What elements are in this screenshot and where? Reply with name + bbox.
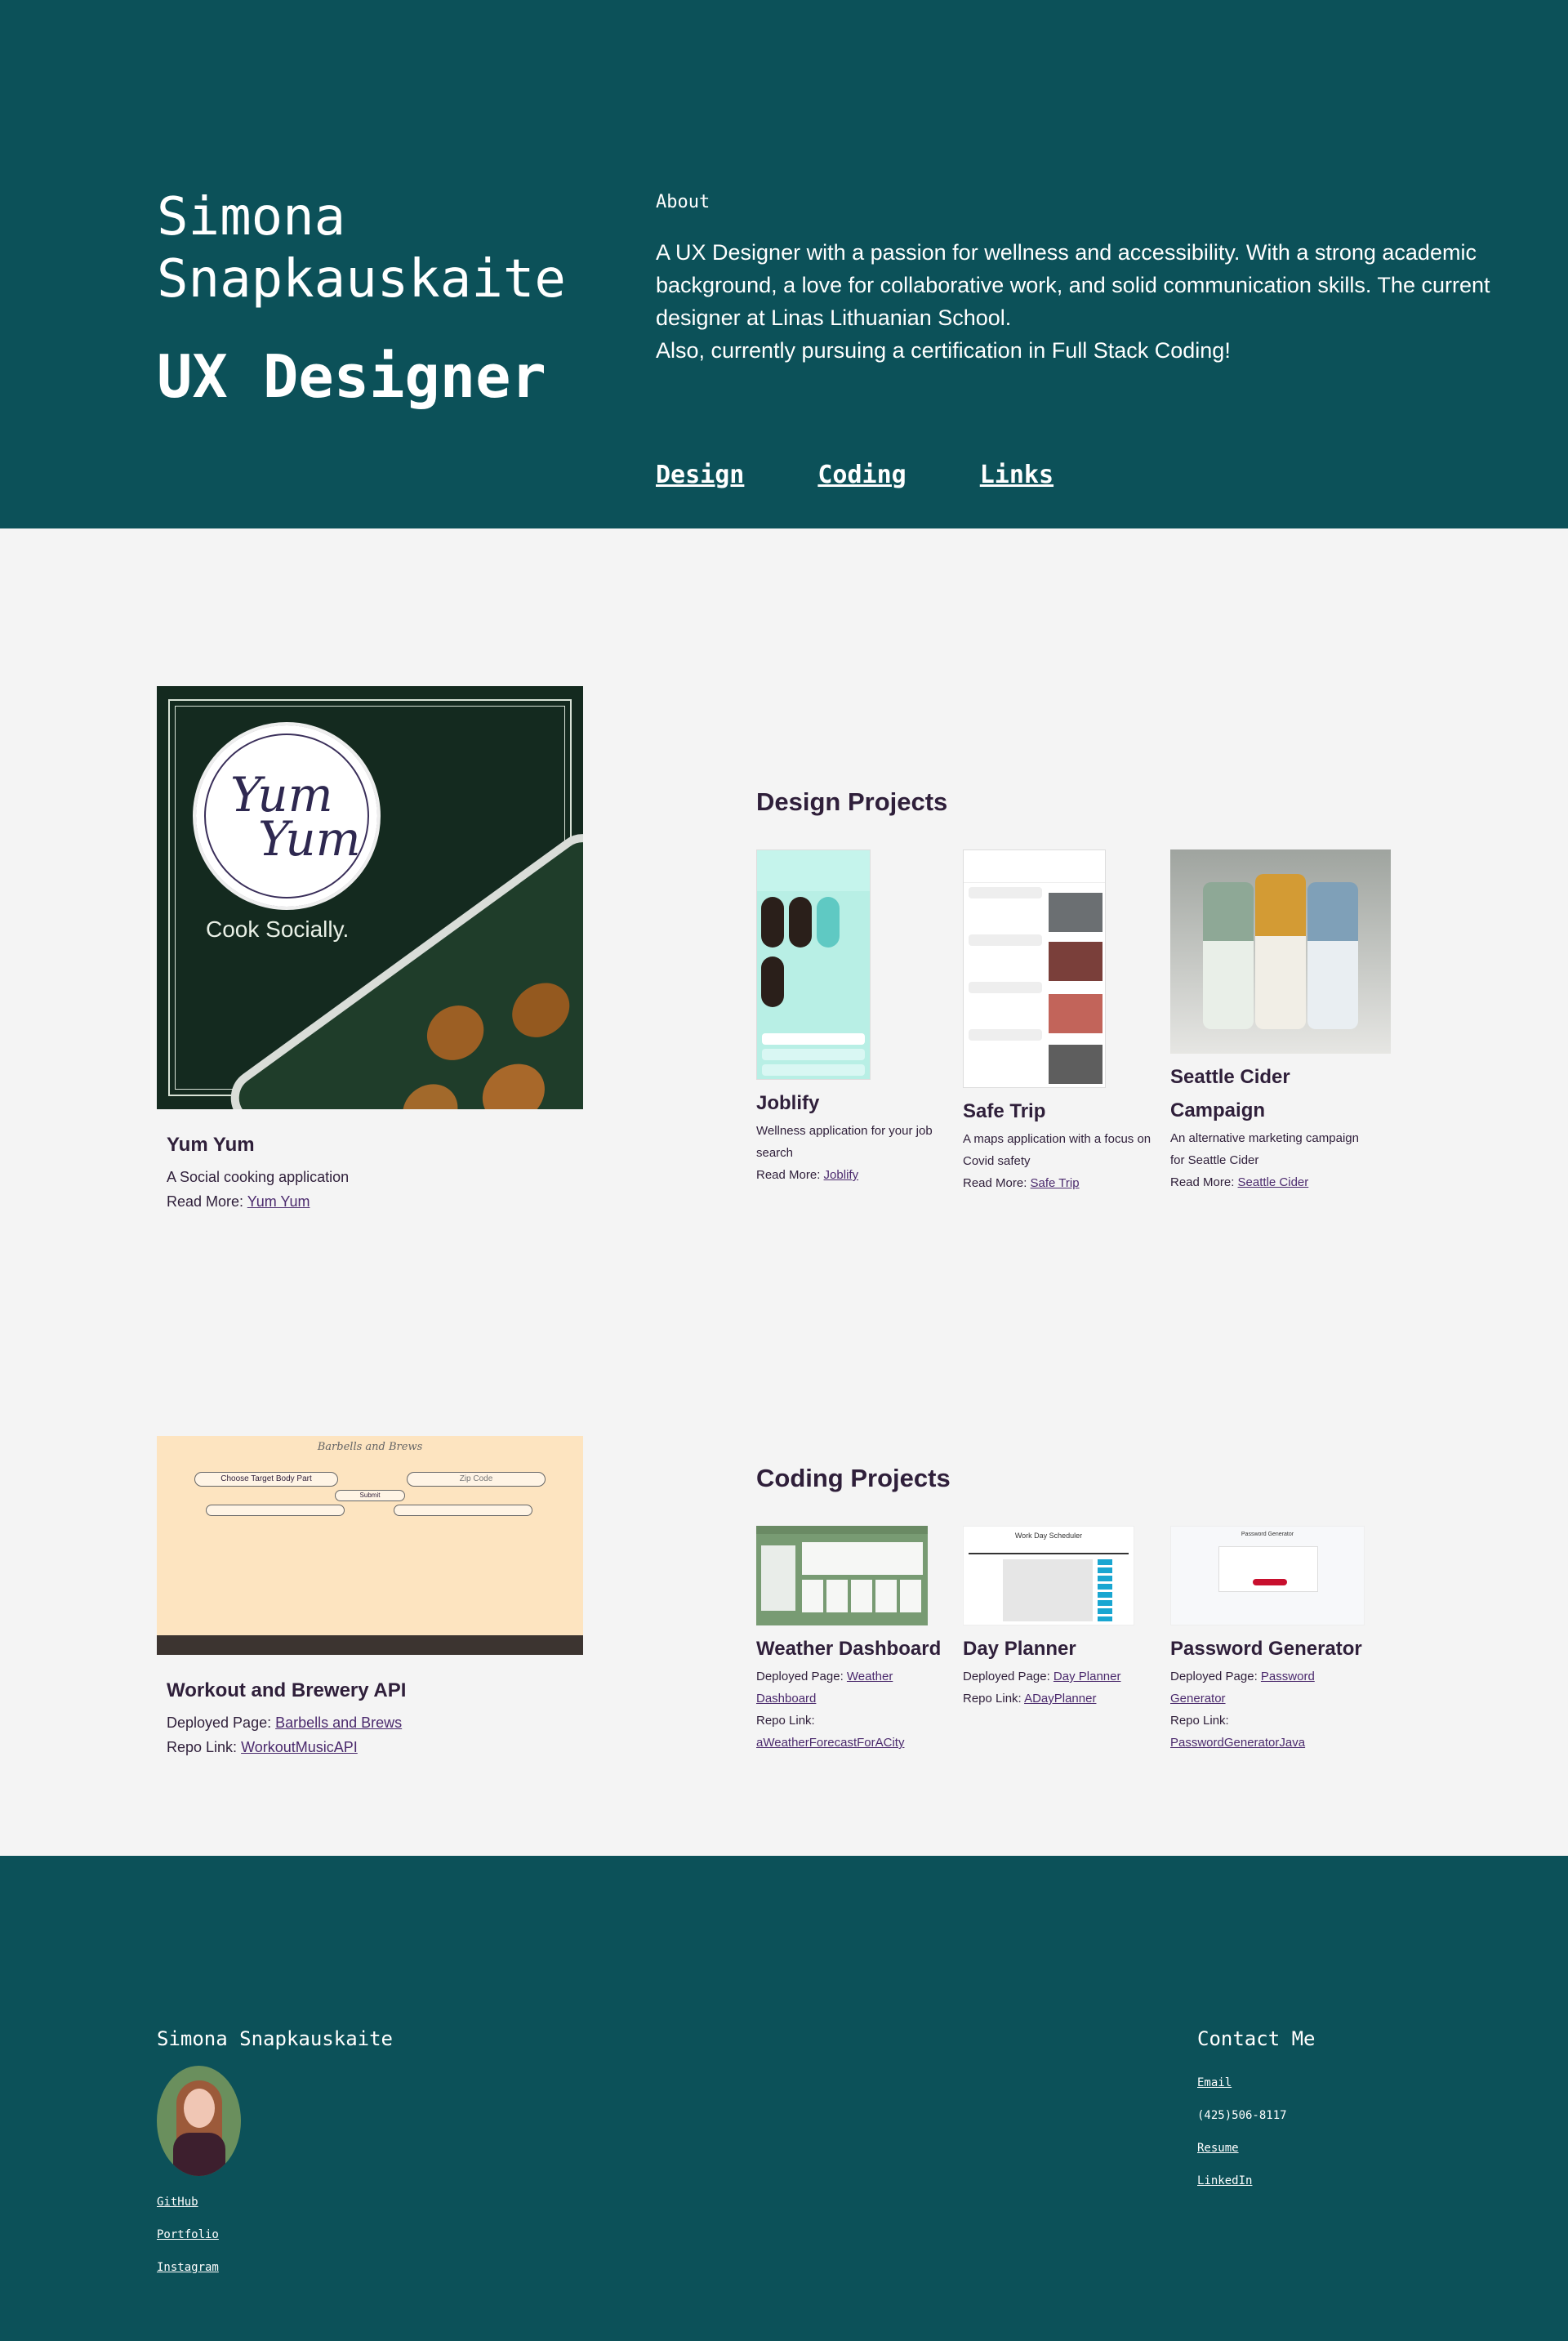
safe-trip-readmore: Read More: Safe Trip xyxy=(963,1172,1159,1194)
seattle-cider-title: Seattle Cider Campaign xyxy=(1170,1066,1290,1121)
seattle-cider-image[interactable] xyxy=(1170,849,1391,1054)
workout-repo-link[interactable]: WorkoutMusicAPI xyxy=(241,1739,358,1755)
footer-portfolio-link[interactable]: Portfolio xyxy=(157,2218,219,2251)
footer-name: Simona Snapkauskaite xyxy=(157,2027,393,2050)
day-planner-repo: Repo Link: ADayPlanner xyxy=(963,1688,1159,1710)
yum-yum-summary: A Social cooking application xyxy=(167,1169,350,1185)
read-more-label: Read More: xyxy=(963,1176,1027,1190)
project-card-weather: Weather Dashboard Deployed Page: Weather… xyxy=(756,1526,952,1754)
yum-yum-desc: A Social cooking application Read More: … xyxy=(167,1165,559,1214)
about-heading: About xyxy=(656,192,710,212)
footer-instagram-link[interactable]: Instagram xyxy=(157,2251,219,2284)
main-nav: Design Coding Links xyxy=(656,461,1054,489)
password-repo: Repo Link: PasswordGeneratorJava xyxy=(1170,1710,1366,1754)
project-card-day-planner: Work Day Scheduler Day Planner Deployed … xyxy=(963,1526,1159,1710)
footer-links: GitHub Portfolio Instagram xyxy=(157,2186,219,2284)
day-planner-deployed: Deployed Page: Day Planner xyxy=(963,1665,1159,1688)
zip-code-field: Zip Code xyxy=(407,1472,546,1487)
contact-heading: Contact Me xyxy=(1197,2027,1316,2050)
about-text-cert: Also, currently pursuing a certification… xyxy=(656,338,1231,363)
yum-yum-logo: Yum Yum xyxy=(193,722,381,910)
yum-yum-title: Yum Yum xyxy=(167,1134,255,1156)
avatar xyxy=(157,2066,241,2176)
repo-label: Repo Link: xyxy=(167,1739,238,1755)
barbells-image[interactable]: Barbells and Brews Choose Target Body Pa… xyxy=(157,1436,583,1655)
weather-title: Weather Dashboard xyxy=(756,1638,942,1660)
project-card-password: Password Generator Password Generator De… xyxy=(1170,1526,1366,1754)
password-image[interactable]: Password Generator xyxy=(1170,1526,1365,1625)
nav-coding[interactable]: Coding xyxy=(817,461,906,489)
workout-title: Workout and Brewery API xyxy=(167,1679,407,1701)
safe-trip-image[interactable] xyxy=(963,849,1106,1088)
read-more-label: Read More: xyxy=(167,1193,244,1210)
seattle-cider-desc: An alternative marketing campaign for Se… xyxy=(1170,1131,1359,1167)
project-card-joblify: Joblify Wellness application for your jo… xyxy=(756,849,952,1186)
seattle-cider-readmore: Read More: Seattle Cider xyxy=(1170,1171,1366,1193)
day-planner-deployed-link[interactable]: Day Planner xyxy=(1054,1670,1121,1683)
joblify-link[interactable]: Joblify xyxy=(824,1168,859,1182)
password-title: Password Generator xyxy=(1170,1638,1362,1660)
day-planner-title: Day Planner xyxy=(963,1638,1076,1660)
safe-trip-title: Safe Trip xyxy=(963,1100,1046,1122)
yum-yum-tagline: Cook Socially. xyxy=(206,916,350,942)
workout-deployed-link[interactable]: Barbells and Brews xyxy=(275,1715,402,1731)
seattle-cider-link[interactable]: Seattle Cider xyxy=(1238,1175,1309,1189)
password-repo-link[interactable]: PasswordGeneratorJava xyxy=(1170,1736,1305,1750)
about-text: A UX Designer with a passion for wellnes… xyxy=(656,236,1497,367)
phone-number: (425)506-8117 xyxy=(1197,2109,1287,2122)
deployed-label: Deployed Page: xyxy=(756,1670,844,1683)
page-name: Simona Snapkauskaite xyxy=(157,187,566,310)
joblify-title: Joblify xyxy=(756,1092,820,1114)
logo-word-2: Yum xyxy=(258,811,361,867)
day-planner-screen-title: Work Day Scheduler xyxy=(1014,1532,1083,1540)
email-link[interactable]: Email xyxy=(1197,2067,1287,2099)
joblify-image[interactable] xyxy=(756,849,871,1080)
header: Simona Snapkauskaite UX Designer About A… xyxy=(0,0,1568,528)
weather-repo-link[interactable]: aWeatherForecastForACity xyxy=(756,1736,904,1750)
deployed-label: Deployed Page: xyxy=(963,1670,1050,1683)
repo-label: Repo Link: xyxy=(963,1692,1022,1706)
read-more-label: Read More: xyxy=(756,1168,821,1182)
project-card-safe-trip: Safe Trip A maps application with a focu… xyxy=(963,849,1159,1194)
repo-label: Repo Link: xyxy=(756,1714,815,1728)
yum-yum-image[interactable]: Yum Yum Cook Socially. xyxy=(157,686,583,1109)
joblify-readmore: Read More: Joblify xyxy=(756,1164,952,1186)
password-deployed: Deployed Page: Password Generator xyxy=(1170,1665,1366,1710)
linkedin-link[interactable]: LinkedIn xyxy=(1197,2165,1287,2197)
deployed-label: Deployed Page: xyxy=(1170,1670,1258,1683)
weather-image[interactable] xyxy=(756,1526,928,1625)
day-planner-image[interactable]: Work Day Scheduler xyxy=(963,1526,1134,1625)
about-text-main: A UX Designer with a passion for wellnes… xyxy=(656,240,1490,330)
body-part-select: Choose Target Body Part xyxy=(194,1472,338,1487)
joblify-desc: Wellness application for your job search xyxy=(756,1124,933,1160)
contact-list: Email (425)506-8117 Resume LinkedIn xyxy=(1197,2067,1287,2197)
footer: Simona Snapkauskaite GitHub Portfolio In… xyxy=(0,1856,1568,2341)
design-projects-heading: Design Projects xyxy=(756,787,948,816)
yum-yum-link[interactable]: Yum Yum xyxy=(247,1193,310,1210)
deployed-label: Deployed Page: xyxy=(167,1715,272,1731)
workout-desc: Deployed Page: Barbells and Brews Repo L… xyxy=(167,1710,559,1759)
safe-trip-link[interactable]: Safe Trip xyxy=(1031,1176,1080,1190)
resume-link[interactable]: Resume xyxy=(1197,2132,1287,2165)
password-screen-title: Password Generator xyxy=(1241,1532,1294,1537)
submit-button: Submit xyxy=(335,1490,405,1501)
repo-label: Repo Link: xyxy=(1170,1714,1229,1728)
weather-deployed: Deployed Page: Weather Dashboard xyxy=(756,1665,952,1710)
safe-trip-desc: A maps application with a focus on Covid… xyxy=(963,1132,1152,1168)
nav-design[interactable]: Design xyxy=(656,461,744,489)
footer-github-link[interactable]: GitHub xyxy=(157,2186,219,2218)
workout-deployed: Deployed Page: Barbells and Brews xyxy=(167,1710,559,1735)
nav-links[interactable]: Links xyxy=(980,461,1054,489)
weather-repo: Repo Link: aWeatherForecastForACity xyxy=(756,1710,952,1754)
barbells-site-title: Barbells and Brews xyxy=(317,1441,423,1453)
page-role: UX Designer xyxy=(157,342,546,411)
project-card-seattle-cider: Seattle Cider Campaign An alternative ma… xyxy=(1170,849,1391,1193)
coding-projects-heading: Coding Projects xyxy=(756,1464,951,1492)
yum-yum-readmore: Read More: Yum Yum xyxy=(167,1189,559,1214)
read-more-label: Read More: xyxy=(1170,1175,1235,1189)
day-planner-repo-link[interactable]: ADayPlanner xyxy=(1024,1692,1096,1706)
workout-repo: Repo Link: WorkoutMusicAPI xyxy=(167,1735,559,1759)
